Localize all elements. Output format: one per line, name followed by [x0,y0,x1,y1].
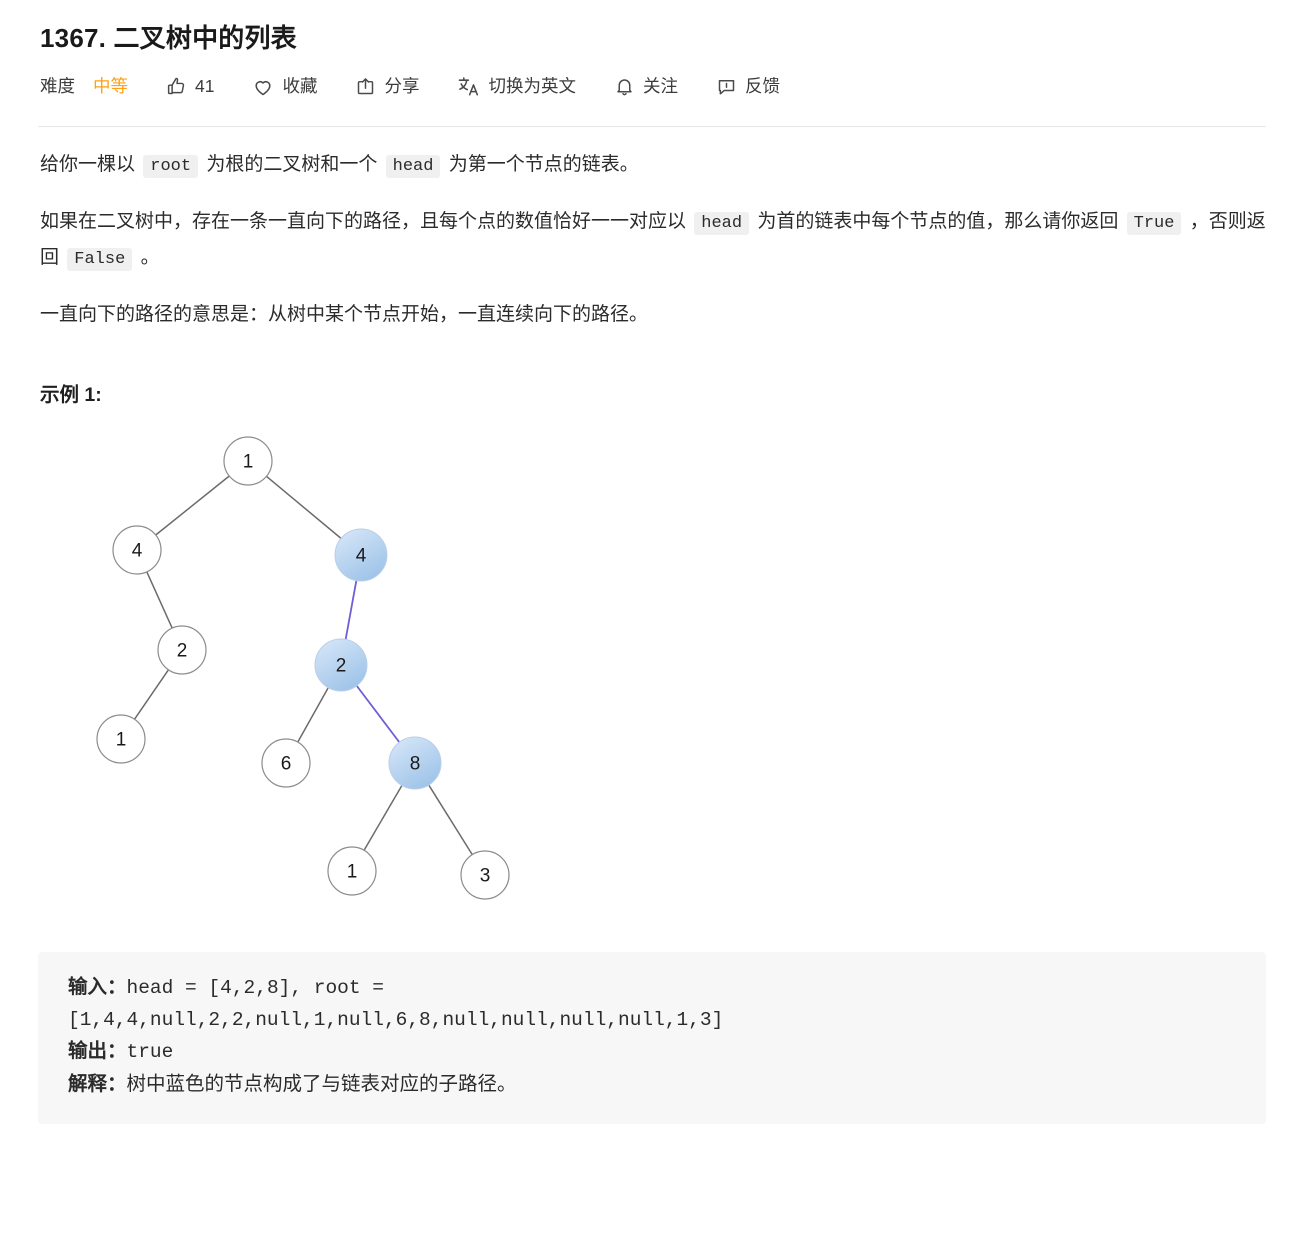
tree-node-value: 4 [132,541,143,562]
p2-text-1: 如果在二叉树中，存在一条一直向下的路径，且每个点的数值恰好一一对应以 [40,211,692,233]
feedback-button[interactable]: 反馈 [716,76,780,97]
header-divider [38,125,1266,127]
like-count: 41 [195,76,215,97]
inline-code-true: True [1126,212,1182,236]
tree-node-value: 6 [281,754,292,775]
tree-node: 2 [157,625,207,675]
share-label: 分享 [384,76,420,97]
tree-node: 1 [327,846,377,896]
tree-edge [265,476,342,540]
binary-tree-figure: 1 4 4 2 2 1 6 8 1 3 [38,425,1266,930]
tree-node: 4 [112,525,162,575]
tree-edge [146,571,173,629]
difficulty-indicator: 难度 中等 [40,78,128,96]
binary-tree-svg: 1 4 4 2 2 1 6 8 1 3 [96,436,510,900]
tree-node: 6 [261,738,311,788]
bell-icon [614,76,635,97]
input-label: 输入： [68,976,127,999]
difficulty-label: 难度 [40,76,75,97]
inline-code-root: root [143,154,199,178]
p1-text-1: 给你一棵以 [40,153,141,175]
example-code-block: 输入：head = [4,2,8], root = [1,4,4,null,2,… [38,952,1266,1124]
tree-edge [428,784,473,856]
problem-toolbar: 难度 中等 41 收藏 分享 切换为英文 关注 反馈 [40,70,1266,104]
example-input-line: 输入：head = [4,2,8], root = [68,972,1236,1005]
tree-edge [133,669,170,720]
example-output-line: 输出：true [68,1036,1236,1069]
tree-node-value: 8 [410,754,421,775]
share-button[interactable]: 分享 [355,76,419,97]
input-value-1: head = [4,2,8], root = [126,977,384,1000]
tree-node: 1 [223,436,273,486]
translate-button[interactable]: 切换为英文 [457,75,576,98]
subscribe-button[interactable]: 关注 [614,76,678,97]
favorite-button[interactable]: 收藏 [252,76,317,98]
tree-edge [155,475,230,536]
tree-node: 1 [96,714,146,764]
feedback-label: 反馈 [744,76,780,97]
translate-icon [457,75,480,98]
tree-edge [355,685,401,744]
problem-page: 1367. 二叉树中的列表 难度 中等 41 收藏 分享 切换为英文 关注 反馈… [0,0,1304,1260]
p2-text-4: 。 [135,246,160,268]
inline-code-false: False [67,247,133,271]
subscribe-label: 关注 [642,76,678,97]
like-button[interactable]: 41 [166,76,214,97]
favorite-label: 收藏 [282,76,318,97]
p1-text-3: 为第一个节点的链表。 [443,153,639,175]
p2-text-2: 为首的链表中每个节点的值，那么请你返回 [752,211,1124,233]
description-paragraph-3: 一直向下的路径的意思是：从树中某个节点开始，一直连续向下的路径。 [40,304,649,326]
tree-edge [344,580,358,640]
input-value-2: [1,4,4,null,2,2,null,1,null,6,8,null,nul… [68,1008,724,1031]
example-heading: 示例 1: [40,384,102,407]
tree-edge [363,785,403,851]
feedback-icon [716,76,737,97]
tree-node-highlighted: 8 [388,736,442,790]
tree-node-highlighted: 2 [314,638,368,692]
example-explain-line: 解释：树中蓝色的节点构成了与链表对应的子路径。 [68,1069,1236,1102]
heart-icon [252,76,274,98]
difficulty-value: 中等 [93,76,128,97]
tree-edge [297,687,329,743]
share-icon [355,76,376,97]
output-label: 输出： [68,1040,127,1063]
tree-node-value: 1 [116,730,127,751]
explain-value: 树中蓝色的节点构成了与链表对应的子路径。 [126,1073,517,1096]
tree-node-value: 1 [243,452,254,473]
translate-label: 切换为英文 [488,76,576,97]
p1-text-2: 为根的二叉树和一个 [201,153,383,175]
tree-node-value: 2 [336,656,347,677]
description-paragraph-1: 给你一棵以 root 为根的二叉树和一个 head 为第一个节点的链表。 [40,147,1266,182]
tree-node-value: 4 [356,546,367,567]
tree-node-highlighted: 4 [334,528,388,582]
tree-node-value: 1 [347,862,358,883]
explain-label: 解释： [68,1072,127,1095]
thumbs-up-icon [166,76,187,97]
problem-description: 给你一棵以 root 为根的二叉树和一个 head 为第一个节点的链表。 如果在… [38,147,1266,1124]
page-title: 1367. 二叉树中的列表 [40,23,297,53]
output-value: true [126,1041,174,1064]
tree-node-value: 3 [480,866,491,887]
inline-code-head: head [385,154,441,178]
tree-node: 3 [460,850,510,900]
description-paragraph-2: 如果在二叉树中，存在一条一直向下的路径，且每个点的数值恰好一一对应以 head … [40,204,1266,275]
tree-node-value: 2 [177,641,188,662]
example-input-line-2: [1,4,4,null,2,2,null,1,null,6,8,null,nul… [68,1005,1236,1037]
inline-code-head-2: head [694,212,750,236]
